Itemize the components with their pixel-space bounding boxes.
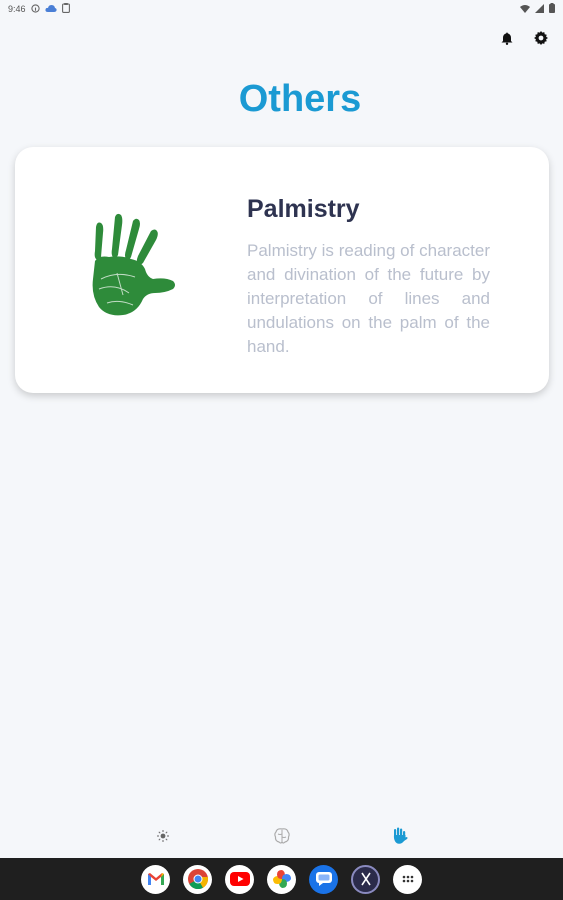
card-description: Palmistry is reading of character and di… [247, 241, 490, 356]
status-time: 9:46 [8, 4, 26, 14]
bell-icon[interactable] [499, 30, 515, 46]
palmistry-card[interactable]: Palmistry Palmistry is reading of charac… [15, 147, 549, 393]
page-title: Others [238, 78, 362, 120]
nav-item-brain[interactable] [270, 826, 294, 850]
wifi-icon [520, 4, 530, 15]
taskbar [0, 858, 563, 900]
screen: 9:46 Others Palmistry Palmistry is readi… [0, 0, 563, 900]
sun-icon [157, 829, 169, 847]
status-bar: 9:46 [0, 0, 563, 18]
gear-icon[interactable] [533, 30, 549, 46]
chrome-icon[interactable] [183, 864, 212, 894]
nav-item-sun[interactable] [151, 826, 175, 850]
youtube-icon[interactable] [225, 864, 254, 894]
top-actions [499, 30, 549, 46]
status-right [520, 3, 555, 15]
hand-print-image [87, 213, 187, 323]
cloud-icon [44, 4, 57, 15]
clipboard-icon [61, 3, 70, 15]
photos-icon[interactable] [267, 864, 296, 894]
bottom-nav [0, 826, 563, 852]
app-drawer-icon[interactable] [393, 864, 422, 894]
app-icon[interactable] [351, 864, 380, 894]
status-left: 9:46 [8, 3, 70, 15]
hand-icon [392, 827, 408, 850]
signal-icon [535, 3, 544, 15]
nav-item-hand[interactable] [388, 826, 412, 850]
messages-icon[interactable] [309, 864, 338, 894]
circle-info-icon [30, 3, 40, 15]
card-title: Palmistry [247, 195, 360, 223]
battery-icon [549, 3, 555, 15]
brain-icon [273, 827, 291, 850]
gmail-icon[interactable] [141, 864, 170, 894]
